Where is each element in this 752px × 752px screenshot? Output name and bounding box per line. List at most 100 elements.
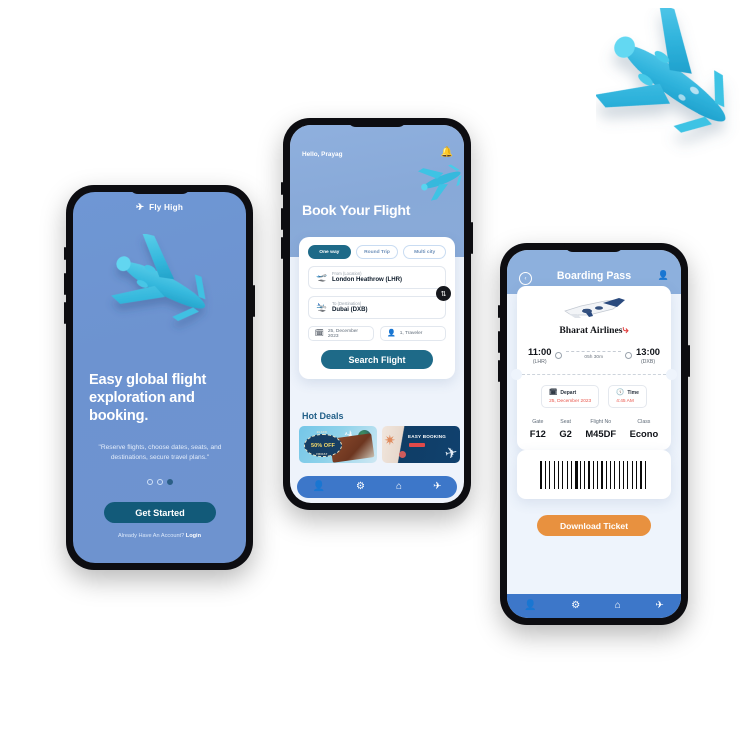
phone3-volume-down-button[interactable]: [498, 360, 500, 382]
date-traveler-row: 🗓 25, December 2023 👤 1, Traveler: [308, 326, 446, 341]
phone2-volume-up-button[interactable]: [281, 208, 283, 230]
travelers-field[interactable]: 👤 1, Traveler: [380, 326, 446, 341]
depart-time-box[interactable]: 🕔 Time 4:45 AM: [608, 385, 647, 408]
nav-home-icon[interactable]: ⌂: [615, 601, 621, 611]
nav-person-icon[interactable]: 👤: [524, 601, 536, 611]
swap-vertical-icon[interactable]: ⇅: [436, 286, 451, 301]
date-value: 25, December 2023: [327, 328, 359, 339]
carousel-dot-3-active[interactable]: [166, 479, 173, 485]
tab-multi-city[interactable]: Multi city: [403, 245, 447, 259]
phone1-power-button[interactable]: [253, 285, 255, 317]
depart-airport-code: (LHR): [532, 359, 547, 365]
greeting-text: Hello, Prayag: [302, 151, 343, 158]
phone3-power-button[interactable]: [688, 345, 690, 377]
phone1-volume-down-button[interactable]: [64, 302, 66, 324]
depart-time-boxes: 🗓 Depart 25, December 2023 🕔 Time 4:45 AM: [517, 385, 671, 408]
carousel-dot-2[interactable]: [156, 479, 163, 485]
download-ticket-button[interactable]: Download Ticket: [537, 515, 651, 536]
seat-value: G2: [559, 428, 572, 439]
tab-round-trip[interactable]: Round Trip: [355, 245, 399, 259]
phone3-mute-button[interactable]: [498, 305, 500, 318]
plane-departure-icon: 🛫: [316, 272, 328, 282]
phone3-screen: ‹ Boarding Pass 👤 Bharat Airlines⤷ 11:00…: [507, 250, 681, 618]
app-logo: ✈ Fly High: [73, 202, 246, 213]
barcode: [540, 460, 648, 489]
phone2-volume-down-button[interactable]: [281, 237, 283, 259]
depart-label: Depart: [560, 389, 577, 396]
clock-icon: 🕔: [616, 388, 625, 396]
flight-no-value: M45DF: [585, 428, 617, 439]
airplane-illustration: [111, 234, 206, 321]
phone2-power-button[interactable]: [471, 222, 473, 254]
nav-airplane-icon[interactable]: ✈: [655, 601, 663, 611]
depart-time-value: 4:45 AM: [616, 398, 634, 404]
login-prompt-text: Already Have An Account?: [117, 533, 186, 539]
page-title: Book Your Flight: [302, 203, 411, 219]
phone2-mute-button[interactable]: [281, 182, 283, 195]
detail-class: Class Econo: [630, 419, 659, 439]
airplane-icon: ✈: [443, 443, 460, 463]
detail-gate: Gate F12: [530, 419, 546, 439]
page-subtitle: "Reserve flights, choose dates, seats, a…: [98, 444, 222, 462]
phone1-volume-up-button[interactable]: [64, 273, 66, 295]
depart-date-value: 25, December 2023: [549, 398, 592, 404]
phone2-notch: [347, 118, 407, 127]
carousel-dots[interactable]: [73, 479, 246, 485]
ticket-details-grid: Gate F12 Seat G2 Flight No M45DF Class E…: [517, 419, 671, 450]
page-title: Boarding Pass: [556, 270, 632, 282]
from-location-field[interactable]: 🛫 From (Location) London Heathrow (LHR) …: [308, 266, 451, 301]
deal-card-black-friday[interactable]: ✈ 50% OFF BLACK FRIDAY: [299, 426, 377, 463]
arrive-time: 13:00: [636, 346, 660, 357]
flight-no-label: Flight No: [590, 419, 612, 425]
phone2-screen: Hello, Prayag 🔔 Book Your Flight One way…: [290, 125, 464, 503]
to-value: Dubai (DXB): [332, 306, 368, 314]
class-label: Class: [637, 419, 651, 425]
person-icon[interactable]: 👤: [658, 271, 669, 280]
hot-deals-list: ✈ 50% OFF BLACK FRIDAY ✷ EASY BOOKING ✈: [299, 426, 460, 463]
calendar-icon: 🗓: [549, 388, 558, 396]
bottom-nav: 👤 ⚙ ⌂ ✈: [507, 594, 681, 618]
date-field[interactable]: 🗓 25, December 2023: [308, 326, 374, 341]
airliner-icon: [564, 298, 625, 318]
deal-badge: EASY BOOKING: [408, 434, 447, 439]
to-destination-field[interactable]: 🛬 To (Destination) Dubai (DXB): [308, 296, 446, 319]
nav-home-icon[interactable]: ⌂: [396, 482, 402, 492]
deal-accent-bar: [409, 443, 425, 447]
phone1-screen: ✈ Fly High Easy global flight exploratio…: [73, 192, 246, 563]
nav-person-icon[interactable]: 👤: [313, 482, 325, 492]
carousel-dot-1[interactable]: [146, 479, 153, 485]
barcode-card: [517, 450, 671, 499]
detail-seat: Seat G2: [559, 419, 572, 439]
nav-gear-icon[interactable]: ⚙: [571, 601, 580, 611]
nav-gear-icon[interactable]: ⚙: [356, 482, 365, 492]
login-link[interactable]: Login: [186, 533, 201, 539]
login-prompt: Already Have An Account? Login: [73, 533, 246, 539]
get-started-button[interactable]: Get Started: [104, 502, 216, 523]
depart-date-box[interactable]: 🗓 Depart 25, December 2023: [541, 385, 600, 408]
perforation-divider: [511, 369, 677, 380]
arrive-airport-code: (DXB): [640, 359, 656, 365]
trip-type-tabs: One way Round Trip Multi city: [308, 245, 447, 259]
airline-name-text: Bharat Airlines: [559, 325, 623, 336]
calendar-icon: 🗓: [315, 330, 324, 337]
nav-airplane-icon[interactable]: ✈: [433, 482, 441, 492]
arrive-node: [625, 352, 633, 359]
search-flight-button[interactable]: Search Flight: [321, 350, 433, 369]
route-line: [566, 351, 622, 352]
app-logo-text: Fly High: [149, 203, 184, 213]
deal-card-easy-booking[interactable]: ✷ EASY BOOKING ✈: [382, 426, 460, 463]
phone3-notch: [564, 243, 624, 252]
tab-one-way[interactable]: One way: [308, 245, 351, 259]
boarding-pass-card: Bharat Airlines⤷ 11:00 (LHR) 05h 30m 13:…: [511, 286, 677, 450]
phone3-volume-up-button[interactable]: [498, 331, 500, 353]
flight-times: 11:00 (LHR) 05h 30m 13:00 (DXB): [517, 346, 671, 365]
starfish-icon: ✷: [384, 432, 396, 448]
page-title: Easy global flight exploration and booki…: [89, 372, 207, 424]
notification-bell-icon[interactable]: 🔔: [441, 148, 453, 158]
phone-boarding-pass: ‹ Boarding Pass 👤 Bharat Airlines⤷ 11:00…: [498, 243, 690, 625]
bottom-nav: 👤 ⚙ ⌂ ✈: [297, 476, 457, 498]
airplane-3d-illustration: [596, 8, 726, 133]
airplane-illustration: [418, 164, 462, 201]
shell-decor: [399, 451, 406, 458]
phone1-mute-button[interactable]: [64, 247, 66, 260]
